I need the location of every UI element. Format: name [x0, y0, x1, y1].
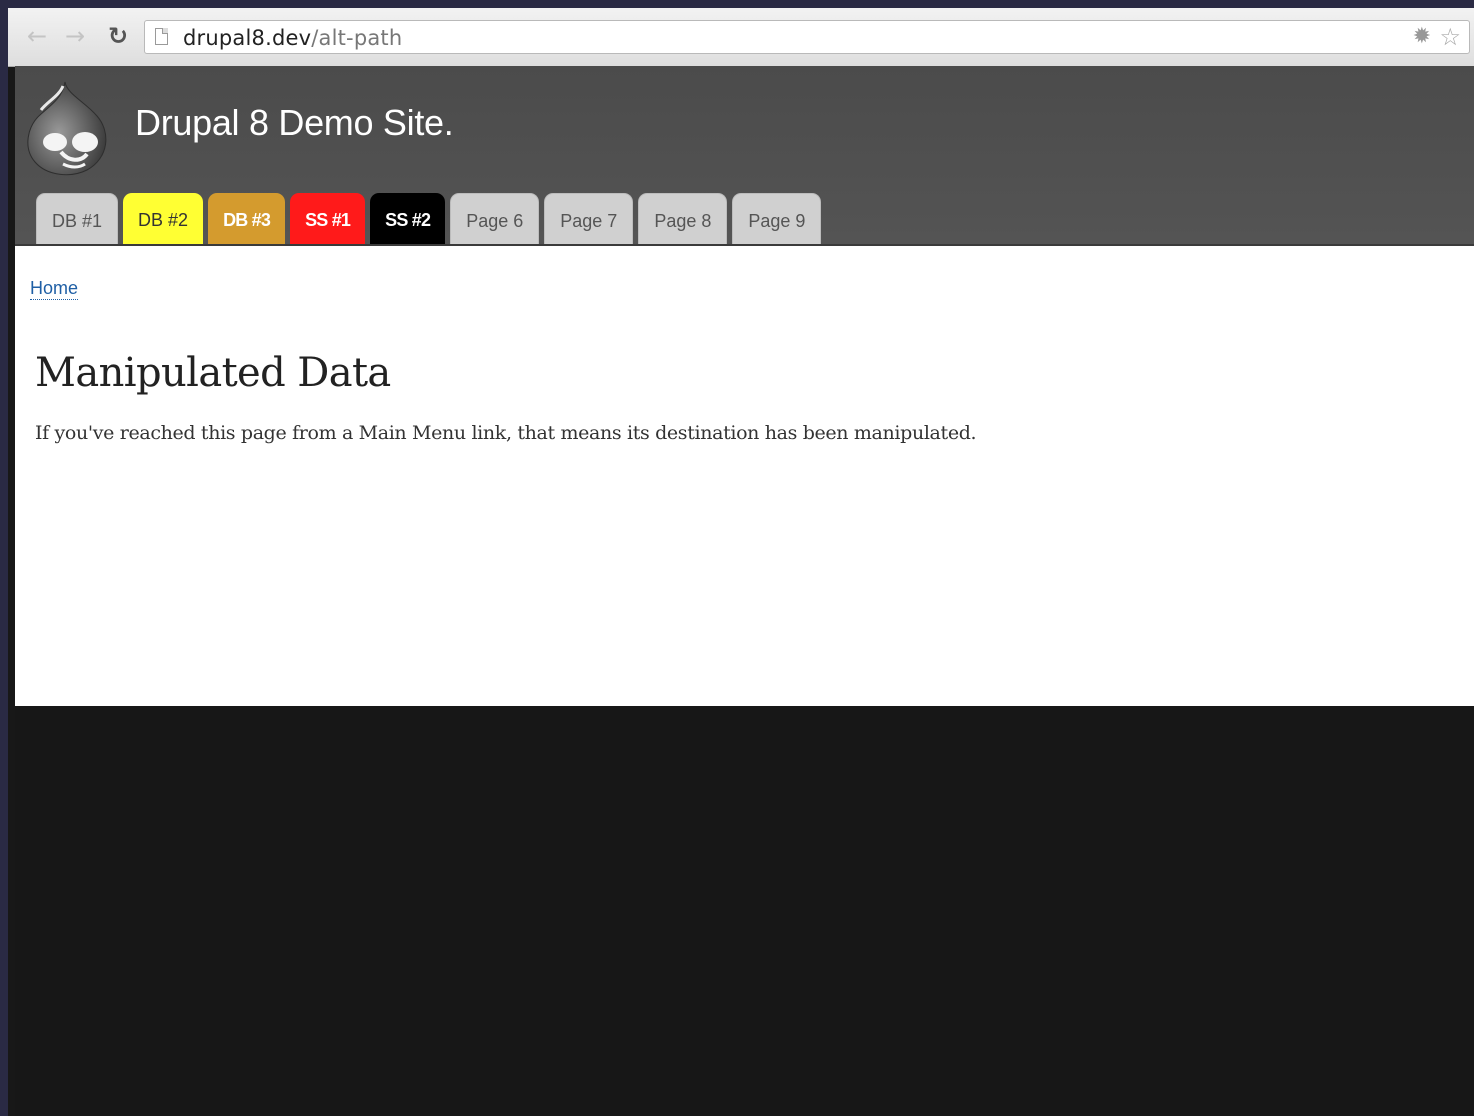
forward-arrow-icon[interactable]: → [62, 22, 88, 50]
menu-tab-db-1[interactable]: DB #1 [36, 193, 119, 244]
site-name[interactable]: Drupal 8 Demo Site. [135, 102, 454, 144]
menu-tab-page-9[interactable]: Page 9 [732, 193, 822, 244]
url-text[interactable]: drupal8.dev/alt-path [183, 26, 402, 50]
page-footer-area [15, 706, 1474, 1116]
menu-tab-ss-1[interactable]: SS #1 [290, 193, 366, 244]
web-page: Drupal 8 Demo Site. DB #1 DB #2 DB #3 SS #1… [15, 66, 1474, 1116]
menu-tab-ss-2[interactable]: SS #2 [370, 193, 446, 244]
main-menu: DB #1 DB #2 DB #3 SS #1 SS #2 Page 6 Page 7 Pag… [36, 193, 826, 244]
back-arrow-icon[interactable]: ← [24, 22, 50, 50]
menu-tab-page-8[interactable]: Page 8 [638, 193, 728, 244]
bookmark-star-icon[interactable]: ☆ [1439, 23, 1461, 51]
breadcrumb-home-link[interactable]: Home [30, 277, 79, 300]
browser-toolbar: ← → ↻ drupal8.dev/alt-path ✹ ☆ [8, 8, 1474, 67]
menu-tab-db-3[interactable]: DB #3 [208, 193, 286, 244]
menu-tab-page-6[interactable]: Page 6 [450, 193, 540, 244]
page-icon [155, 28, 168, 45]
browser-window: ← → ↻ drupal8.dev/alt-path ✹ ☆ Drupal 8 … [8, 8, 1474, 1116]
reload-icon[interactable]: ↻ [105, 22, 131, 50]
site-header: Drupal 8 Demo Site. DB #1 DB #2 DB #3 SS #1… [15, 66, 1474, 246]
drupal-logo-icon[interactable] [25, 80, 109, 176]
url-path: /alt-path [311, 26, 403, 50]
menu-tab-db-2[interactable]: DB #2 [123, 193, 204, 244]
page-title: Manipulated Data [35, 350, 391, 396]
main-content: Home Manipulated Data If you've reached … [15, 246, 1474, 706]
url-host: drupal8.dev [183, 26, 312, 50]
menu-tab-page-7[interactable]: Page 7 [544, 193, 634, 244]
extension-gear-icon[interactable]: ✹ [1413, 24, 1431, 49]
page-body-text: If you've reached this page from a Main … [35, 422, 977, 444]
address-bar[interactable]: drupal8.dev/alt-path ✹ ☆ [144, 20, 1470, 54]
